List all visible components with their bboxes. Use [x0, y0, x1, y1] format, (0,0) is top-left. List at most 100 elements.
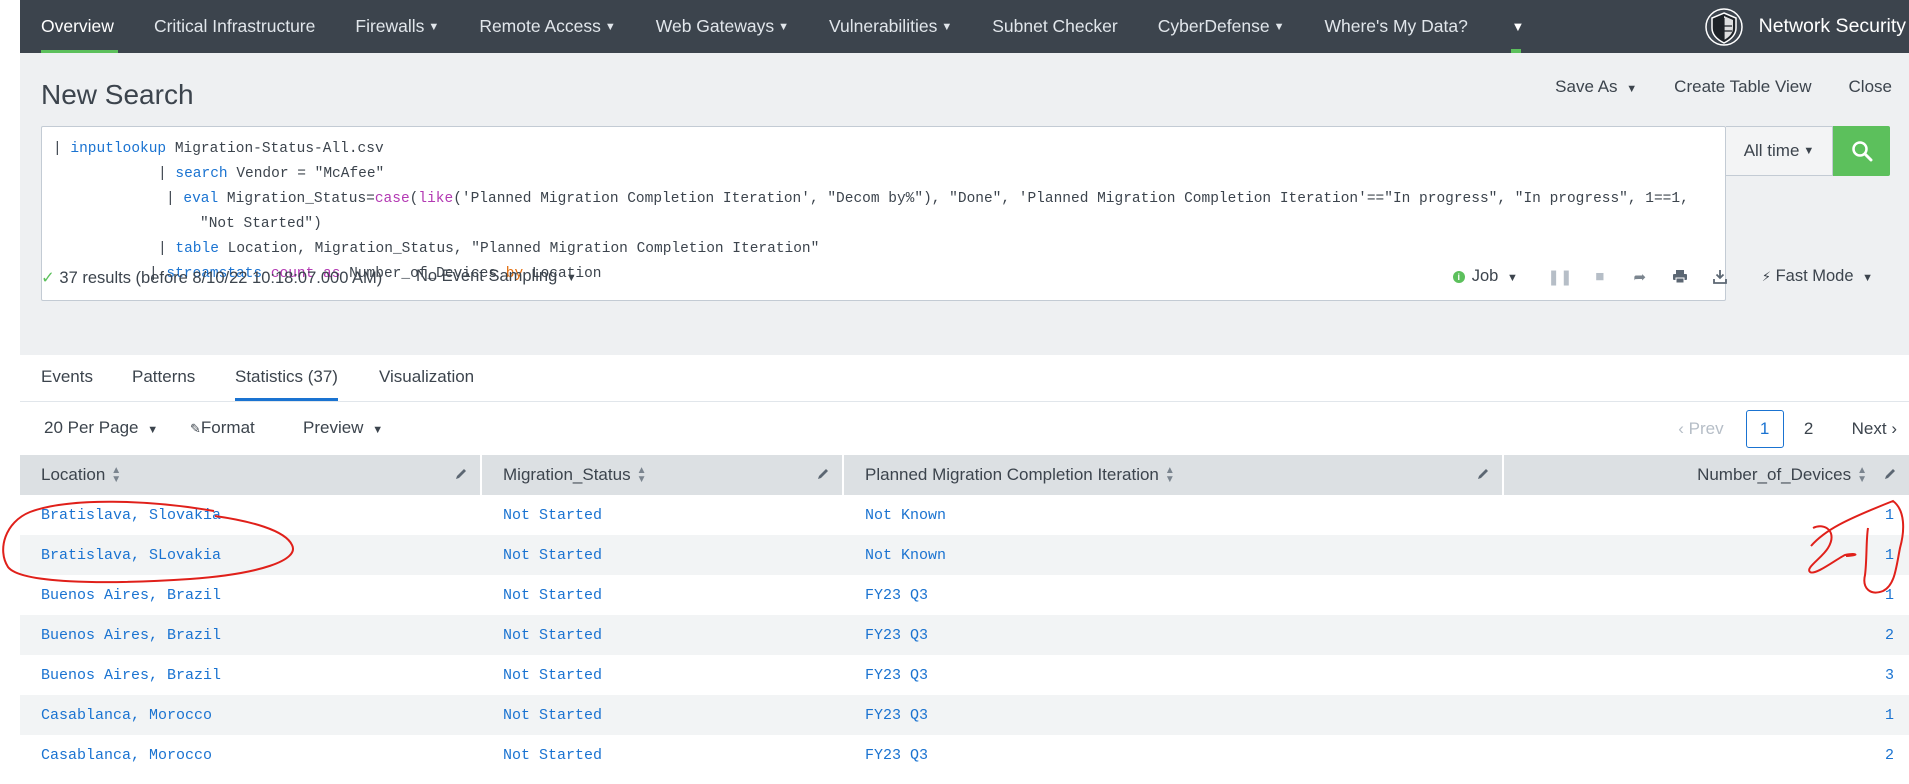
- chevron-down-icon: ▼: [1803, 145, 1815, 157]
- table-cell[interactable]: 1: [1504, 695, 1909, 735]
- table-cell[interactable]: Not Started: [482, 495, 844, 535]
- page-2-button[interactable]: 2: [1790, 410, 1828, 448]
- nav-item-critical-infrastructure[interactable]: Critical Infrastructure: [134, 0, 335, 53]
- stop-icon[interactable]: ■: [1580, 268, 1620, 285]
- create-table-view-button[interactable]: Create Table View: [1674, 77, 1811, 97]
- preview-dropdown[interactable]: Preview ▼: [303, 418, 383, 438]
- table-cell[interactable]: 1: [1504, 575, 1909, 615]
- table-cell[interactable]: Buenos Aires, Brazil: [20, 575, 482, 615]
- tab-patterns[interactable]: Patterns: [132, 367, 195, 398]
- column-header-planned-migration-completion-iteration[interactable]: Planned Migration Completion Iteration ▲ ▼: [844, 455, 1504, 495]
- pause-icon[interactable]: ❚❚: [1540, 268, 1580, 286]
- nav-item-label: Web Gateways: [655, 16, 775, 36]
- tab-statistics[interactable]: Statistics (37): [235, 367, 338, 401]
- column-header-migration-status[interactable]: Migration_Status ▲ ▼: [482, 455, 844, 495]
- tab-events[interactable]: Events: [41, 367, 93, 398]
- table-cell[interactable]: FY23 Q3: [844, 655, 1504, 695]
- time-range-picker[interactable]: All time ▼: [1726, 126, 1833, 176]
- per-page-dropdown[interactable]: 20 Per Page ▼: [44, 418, 158, 438]
- query-token: table: [175, 241, 219, 257]
- table-cell[interactable]: 3: [1504, 655, 1909, 695]
- lightning-icon: ⚡: [1761, 269, 1771, 284]
- nav-item-label: Critical Infrastructure: [153, 16, 316, 36]
- pencil-icon[interactable]: [454, 467, 468, 481]
- page-1-button[interactable]: 1: [1745, 410, 1784, 448]
- table-cell[interactable]: 2: [1504, 615, 1909, 655]
- query-token: |: [158, 166, 176, 182]
- table-cell[interactable]: Bratislava, Slovakia: [20, 495, 482, 535]
- printer-glyph: [1672, 270, 1687, 284]
- table-cell[interactable]: Not Started: [482, 735, 844, 775]
- pencil-icon[interactable]: [816, 467, 830, 481]
- checkmark-icon: ✓: [41, 269, 55, 287]
- prev-page-button[interactable]: ‹ Prev: [1678, 419, 1723, 439]
- share-icon[interactable]: ➦: [1620, 268, 1660, 286]
- save-as-button[interactable]: Save As ▼: [1555, 77, 1637, 97]
- tab-visualization[interactable]: Visualization: [379, 367, 474, 398]
- format-label: Format: [200, 418, 255, 437]
- nav-item-remote-access[interactable]: Remote Access ▼: [459, 0, 635, 53]
- sort-icon[interactable]: ▲ ▼: [111, 466, 121, 485]
- table-cell[interactable]: 2: [1504, 735, 1909, 775]
- nav-item-where-s-my-data[interactable]: Where's My Data?: [1304, 0, 1487, 53]
- per-page-label: 20 Per Page: [44, 418, 139, 437]
- table-cell[interactable]: FY23 Q3: [844, 735, 1504, 775]
- next-page-button[interactable]: Next ›: [1852, 419, 1897, 439]
- results-toolbar: 20 Per Page ▼ ✎Format Preview ▼ ‹ Prev 1…: [20, 402, 1909, 455]
- table-cell[interactable]: Not Started: [482, 655, 844, 695]
- table-cell[interactable]: Not Started: [482, 575, 844, 615]
- query-token: "Not Started"): [200, 216, 322, 232]
- sort-icon[interactable]: ▲ ▼: [1857, 466, 1867, 485]
- table-cell[interactable]: Not Started: [482, 695, 844, 735]
- format-button[interactable]: ✎Format: [190, 418, 255, 438]
- column-header-number-of-devices[interactable]: Number_of_Devices ▲ ▼: [1504, 455, 1909, 495]
- column-header-label: Location: [41, 465, 106, 484]
- table-cell[interactable]: Not Known: [844, 495, 1504, 535]
- left-margin: [0, 0, 20, 784]
- table-cell[interactable]: Buenos Aires, Brazil: [20, 655, 482, 695]
- sort-icon[interactable]: ▲ ▼: [637, 466, 647, 485]
- chevron-left-icon: ‹: [1678, 419, 1684, 438]
- table-cell[interactable]: Not Started: [482, 535, 844, 575]
- export-icon[interactable]: [1700, 269, 1740, 284]
- print-icon[interactable]: [1660, 269, 1700, 284]
- sort-icon[interactable]: ▲ ▼: [1165, 466, 1175, 485]
- app-name: Network Security: [1758, 15, 1906, 37]
- table-cell[interactable]: FY23 Q3: [844, 575, 1504, 615]
- event-sampling-dropdown[interactable]: No Event Sampling ▼: [416, 267, 577, 286]
- query-line: | inputlookup Migration-Status-All.csv: [53, 141, 384, 157]
- pencil-icon[interactable]: [1476, 467, 1490, 481]
- table-cell[interactable]: Not Started: [482, 615, 844, 655]
- table-cell[interactable]: Bratislava, SLovakia: [20, 535, 482, 575]
- splunk-app: Overview Critical Infrastructure Firewalls…: [20, 0, 1909, 784]
- chevron-down-icon: ▼: [604, 20, 616, 33]
- table-cell[interactable]: Casablanca, Morocco: [20, 695, 482, 735]
- table-cell[interactable]: FY23 Q3: [844, 615, 1504, 655]
- table-cell[interactable]: Casablanca, Morocco: [20, 735, 482, 775]
- table-cell[interactable]: 1: [1504, 535, 1909, 575]
- table-cell[interactable]: FY23 Q3: [844, 695, 1504, 735]
- search-mode-dropdown[interactable]: ⚡ Fast Mode ▼: [1762, 267, 1873, 286]
- next-label: Next: [1851, 419, 1887, 438]
- nav-item-cyberdefense[interactable]: CyberDefense ▼: [1138, 0, 1305, 53]
- column-header-location[interactable]: Location ▲ ▼: [20, 455, 482, 495]
- header-actions: Save As ▼ Create Table View Close: [1518, 77, 1909, 97]
- app-brand[interactable]: Network Security: [1703, 0, 1909, 53]
- table-cell[interactable]: Not Known: [844, 535, 1504, 575]
- search-button[interactable]: [1833, 126, 1890, 176]
- nav-item-web-gateways[interactable]: Web Gateways ▼: [636, 0, 809, 53]
- pencil-icon[interactable]: [1883, 467, 1897, 481]
- nav-item-label: Vulnerabilities: [829, 16, 938, 36]
- nav-more-menu[interactable]: ▼: [1488, 0, 1548, 53]
- nav-item-subnet-checker[interactable]: Subnet Checker: [972, 0, 1138, 53]
- job-menu[interactable]: i Job ▼: [1452, 267, 1518, 286]
- nav-item-vulnerabilities[interactable]: Vulnerabilities ▼: [809, 0, 972, 53]
- close-button[interactable]: Close: [1849, 77, 1892, 97]
- search-mode-label: Fast Mode: [1775, 267, 1854, 285]
- table-row: Buenos Aires, Brazil Not Started FY23 Q3 2: [20, 615, 1909, 655]
- table-cell[interactable]: 1: [1504, 495, 1909, 535]
- nav-item-overview[interactable]: Overview: [20, 0, 134, 53]
- nav-item-firewalls[interactable]: Firewalls ▼: [335, 0, 459, 53]
- table-cell[interactable]: Buenos Aires, Brazil: [20, 615, 482, 655]
- results-tabs: Events Patterns Statistics (37) Visualizati…: [20, 355, 1909, 402]
